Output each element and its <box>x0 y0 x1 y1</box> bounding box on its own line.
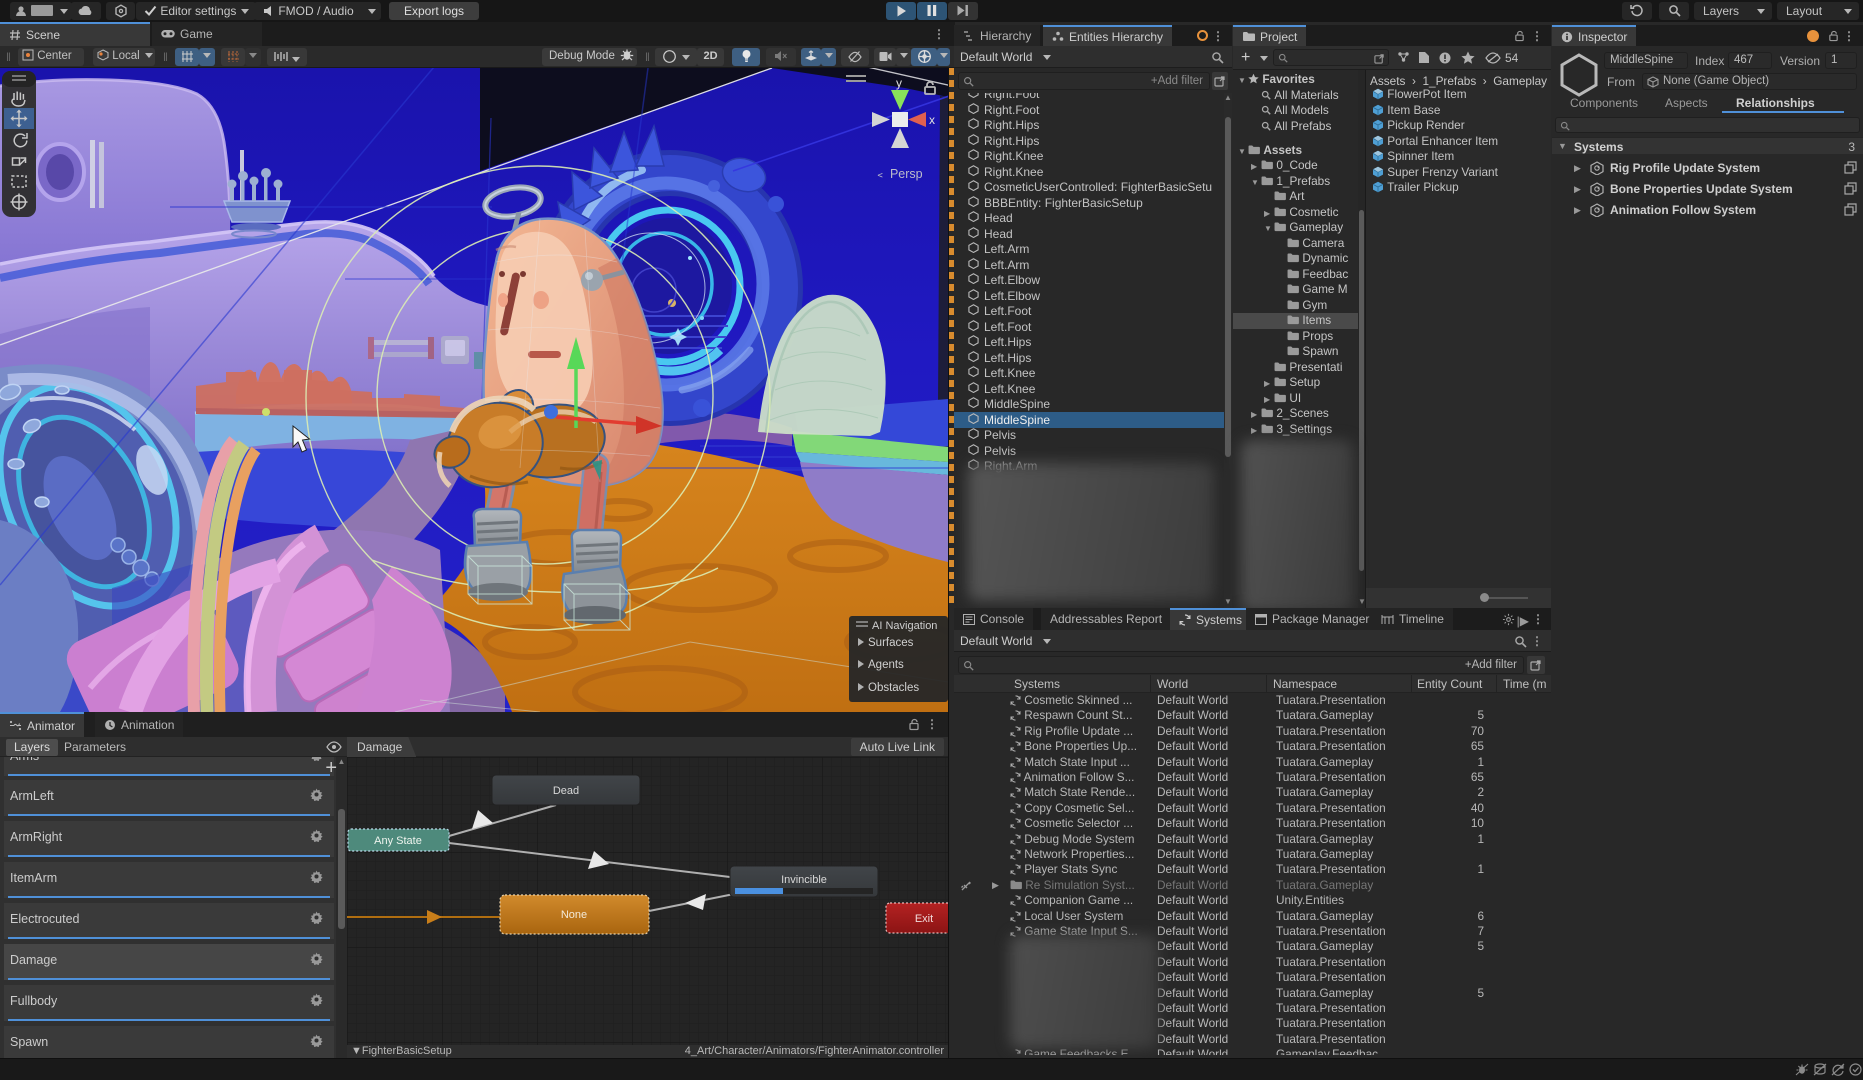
svg-text:y: y <box>896 76 902 90</box>
svg-text:Obstacles: Obstacles <box>868 682 919 694</box>
svg-text:Agents: Agents <box>868 659 904 671</box>
svg-text:None: None <box>561 909 587 921</box>
svg-text:Invincible: Invincible <box>781 874 827 886</box>
svg-text:AI Navigation: AI Navigation <box>872 620 937 632</box>
svg-text:Any State: Any State <box>374 835 422 847</box>
svg-text:﹤ Persp: ﹤ Persp <box>874 167 923 181</box>
svg-text:Surfaces: Surfaces <box>868 637 914 649</box>
svg-text:Exit: Exit <box>915 913 933 925</box>
svg-text:Dead: Dead <box>553 785 579 797</box>
svg-text:x: x <box>929 113 935 127</box>
